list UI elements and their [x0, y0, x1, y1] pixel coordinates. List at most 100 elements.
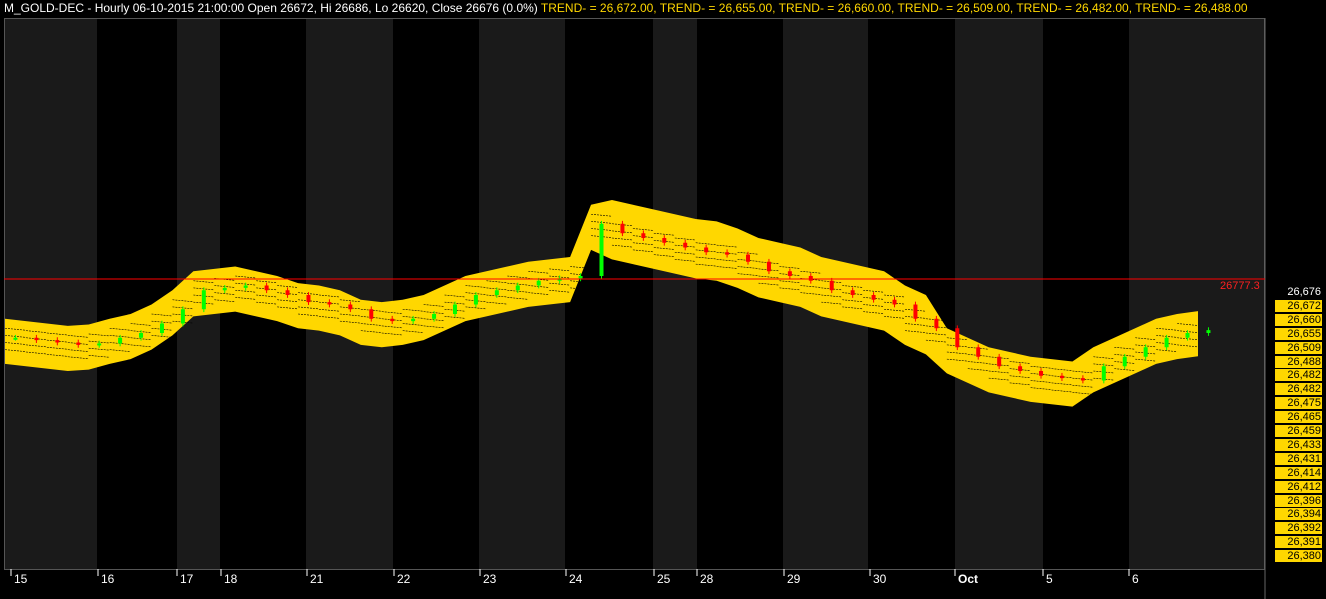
- day-band: [97, 18, 177, 569]
- price-chart: [4, 18, 1266, 599]
- candle-body: [55, 340, 60, 343]
- candle-body: [1122, 356, 1127, 367]
- price-tick-label: 26,676: [1275, 286, 1322, 298]
- candle-body: [704, 247, 709, 253]
- lo-value: Lo 26620,: [374, 1, 429, 15]
- candle-body: [285, 290, 290, 295]
- reference-line-label: 26777.3: [1220, 280, 1260, 292]
- candle-body: [913, 304, 918, 319]
- price-tick-label: 26,391: [1275, 536, 1322, 549]
- candle-body: [1039, 371, 1044, 376]
- candle-body: [411, 318, 416, 322]
- close-value: Close 26676 (0.0%): [431, 1, 538, 15]
- candle-body: [1164, 337, 1169, 348]
- candle-body: [76, 342, 81, 345]
- day-band: [955, 18, 1043, 569]
- candle-body: [683, 242, 688, 248]
- trend-value: TREND- = 26,488.00: [1135, 1, 1248, 15]
- price-tick-label: 26,394: [1275, 508, 1322, 521]
- candle-body: [180, 309, 185, 324]
- candle-body: [1185, 333, 1190, 338]
- price-tick-label: 26,660: [1275, 313, 1322, 326]
- date-tick-label: 28: [700, 572, 714, 586]
- price-tick-label: 26,433: [1275, 438, 1322, 451]
- price-tick-label: 26,412: [1275, 480, 1322, 493]
- candle-body: [494, 290, 499, 295]
- candle-body: [201, 290, 206, 310]
- candle-body: [34, 337, 39, 341]
- price-tick-label: 26,396: [1275, 494, 1322, 507]
- candle-body: [871, 295, 876, 300]
- candle-body: [348, 304, 353, 310]
- trend-value: TREND- = 26,660.00,: [778, 1, 895, 15]
- price-tick-label: 26,488: [1275, 355, 1322, 368]
- candle-body: [222, 287, 227, 291]
- candle-body: [452, 304, 457, 314]
- candle-body: [432, 314, 437, 319]
- candle-body: [599, 223, 604, 276]
- candle-body: [1206, 330, 1211, 333]
- candle-body: [118, 337, 123, 344]
- date-tick-label: 16: [101, 572, 115, 586]
- price-tick-label: 26,459: [1275, 425, 1322, 437]
- trend-value: TREND- = 26,509.00,: [897, 1, 1014, 15]
- candle-body: [515, 285, 520, 291]
- price-tick-label: 26,392: [1275, 522, 1322, 535]
- candle-body: [620, 223, 625, 234]
- candle-body: [725, 252, 730, 255]
- date-tick-label: 5: [1046, 572, 1053, 586]
- price-tick-label: 26,655: [1275, 327, 1322, 340]
- interval: Hourly: [94, 1, 130, 15]
- candle-body: [850, 290, 855, 295]
- day-band: [1043, 18, 1129, 569]
- date-tick-label: 6: [1132, 572, 1139, 586]
- date-tick-label: 18: [224, 572, 238, 586]
- candle-body: [578, 276, 583, 279]
- price-tick-label: 26,431: [1275, 452, 1322, 465]
- date-tick-label: 22: [397, 572, 411, 586]
- header-datetime: 06-10-2015 21:00:00: [132, 1, 245, 15]
- candle-body: [264, 285, 269, 291]
- price-tick-label: 26,465: [1275, 411, 1322, 424]
- price-tick-label: 26,509: [1275, 341, 1322, 354]
- day-band: [653, 18, 697, 569]
- candle-body: [306, 295, 311, 303]
- candle-body: [1018, 366, 1023, 371]
- trend-value: TREND- = 26,672.00,: [540, 1, 657, 15]
- trend-value: TREND- = 26,482.00,: [1016, 1, 1133, 15]
- chart-window: M_GOLD-DEC - Hourly 06-10-2015 21:00:00 …: [0, 0, 1326, 599]
- candle-body: [892, 299, 897, 305]
- price-tick-label: 26,482: [1275, 383, 1322, 396]
- open-value: Open 26672,: [247, 1, 317, 15]
- price-tick-label: 26,380: [1275, 550, 1322, 563]
- day-band: [1129, 18, 1265, 569]
- candle-body: [976, 347, 981, 357]
- candle-body: [159, 323, 164, 333]
- candle-body: [1059, 375, 1064, 379]
- date-tick-label: 15: [14, 572, 28, 586]
- candle-body: [536, 280, 541, 286]
- candle-body: [139, 333, 144, 338]
- hi-value: Hi 26686,: [320, 1, 372, 15]
- candle-body: [327, 302, 332, 305]
- candle-body: [473, 295, 478, 305]
- date-tick-label: 30: [873, 572, 887, 586]
- candle-body: [662, 238, 667, 243]
- candle-body: [766, 261, 771, 272]
- date-tick-label: 29: [787, 572, 801, 586]
- candle-body: [934, 318, 939, 329]
- day-band: [4, 18, 97, 569]
- trend-value: TREND- = 26,655.00,: [659, 1, 776, 15]
- symbol-name: M_GOLD-DEC: [4, 1, 85, 15]
- date-tick-label: Oct: [958, 572, 979, 586]
- candle-body: [955, 328, 960, 348]
- price-tick-label: 26,475: [1275, 397, 1322, 410]
- chart-header: M_GOLD-DEC - Hourly 06-10-2015 21:00:00 …: [4, 1, 1248, 15]
- date-tick-label: 17: [180, 572, 194, 586]
- date-tick-label: 24: [569, 572, 583, 586]
- candle-body: [13, 337, 18, 340]
- candle-body: [746, 254, 751, 262]
- date-tick-label: 23: [483, 572, 497, 586]
- price-tick-label: 26,482: [1275, 369, 1322, 382]
- price-tick-label: 26,672: [1275, 299, 1322, 312]
